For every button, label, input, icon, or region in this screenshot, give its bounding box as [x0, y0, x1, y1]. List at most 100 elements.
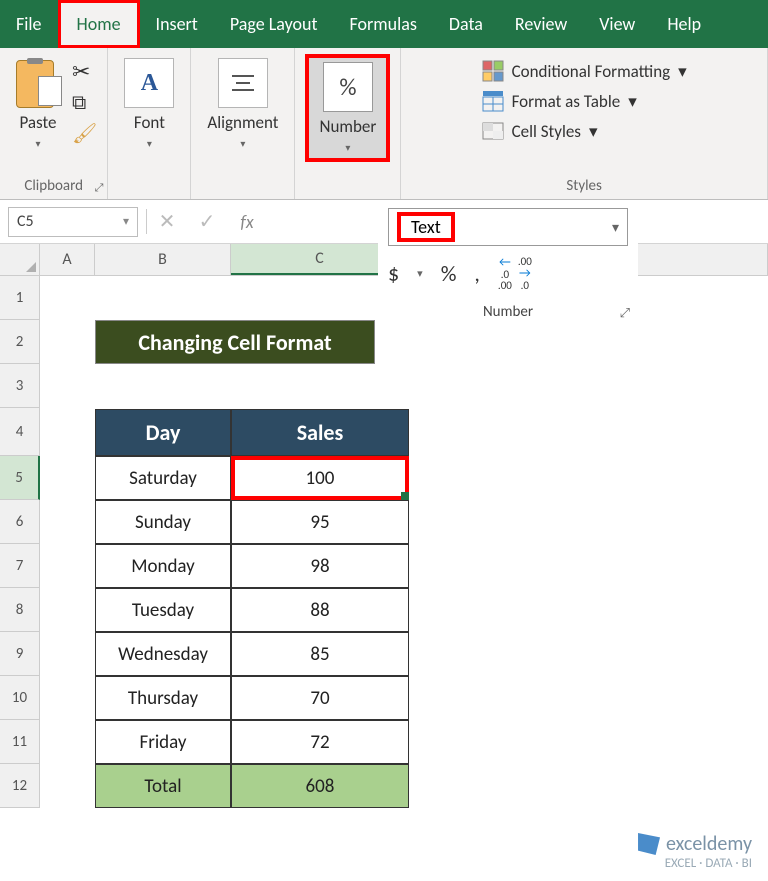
- row-header[interactable]: 1: [0, 276, 40, 320]
- select-all-button[interactable]: [0, 244, 40, 275]
- column-header-A[interactable]: A: [40, 244, 95, 275]
- enter-icon[interactable]: ✓: [187, 209, 227, 234]
- cell-sales[interactable]: 85: [231, 632, 409, 676]
- row-header[interactable]: 6: [0, 500, 40, 544]
- header-sales: Sales: [231, 409, 409, 456]
- number-panel-label: Number: [388, 303, 628, 321]
- cell-day[interactable]: Tuesday: [95, 588, 231, 632]
- cell-day[interactable]: Sunday: [95, 500, 231, 544]
- copy-icon[interactable]: ⧉: [72, 91, 97, 115]
- font-label: Font: [134, 112, 165, 133]
- number-format-panel: Text ▾ $ ▾ % , ←.0.00 .00→.0 Number ⤢: [378, 200, 638, 325]
- decrease-decimal-button[interactable]: .00→.0: [518, 256, 532, 291]
- cell-sales-selected[interactable]: 100: [231, 456, 409, 500]
- cell-sales[interactable]: 70: [231, 676, 409, 720]
- row-header[interactable]: 12: [0, 764, 40, 808]
- chevron-down-icon: ▾: [345, 141, 350, 154]
- tab-formulas[interactable]: Formulas: [334, 0, 433, 48]
- chevron-down-icon: ▾: [147, 137, 152, 150]
- group-number: % Number ▾: [295, 48, 401, 199]
- cell-total-value[interactable]: 608: [231, 764, 409, 808]
- ribbon-content: Paste ▾ ✂ ⧉ 🖌 Clipboard ⤢ A Font ▾: [0, 48, 768, 200]
- clipboard-group-label: Clipboard: [24, 173, 83, 197]
- row-headers: 1 2 3 4 5 6 7 8 9 10 11 12: [0, 276, 40, 808]
- column-header-B[interactable]: B: [95, 244, 231, 275]
- row-header[interactable]: 10: [0, 676, 40, 720]
- cell-sales[interactable]: 72: [231, 720, 409, 764]
- chevron-down-icon: ▾: [417, 267, 423, 280]
- row-header[interactable]: 9: [0, 632, 40, 676]
- tab-page-layout[interactable]: Page Layout: [214, 0, 334, 48]
- format-as-table-button[interactable]: Format as Table ▾: [482, 90, 637, 112]
- cell-styles-button[interactable]: Cell Styles ▾: [482, 120, 598, 142]
- header-day: Day: [95, 409, 231, 456]
- format-painter-icon[interactable]: 🖌: [72, 121, 97, 146]
- tab-home[interactable]: Home: [58, 0, 140, 48]
- row-header[interactable]: 11: [0, 720, 40, 764]
- cell-day[interactable]: Wednesday: [95, 632, 231, 676]
- chevron-down-icon: ▾: [123, 214, 129, 229]
- chevron-down-icon: ▾: [628, 91, 637, 112]
- cell-day[interactable]: Saturday: [95, 456, 231, 500]
- accounting-format-button[interactable]: $: [388, 260, 399, 287]
- number-button[interactable]: % Number ▾: [305, 54, 390, 162]
- cell-day[interactable]: Friday: [95, 720, 231, 764]
- group-font: A Font ▾: [108, 48, 191, 199]
- group-clipboard: Paste ▾ ✂ ⧉ 🖌 Clipboard ⤢: [0, 48, 108, 199]
- cell-day[interactable]: Thursday: [95, 676, 231, 720]
- group-styles: Conditional Formatting ▾ Format as Table…: [401, 48, 768, 199]
- data-table: Day Sales Saturday100 Sunday95 Monday98 …: [95, 409, 409, 808]
- tab-insert[interactable]: Insert: [140, 0, 214, 48]
- increase-decimal-button[interactable]: ←.0.00: [498, 256, 512, 291]
- cell-day[interactable]: Monday: [95, 544, 231, 588]
- cell-sales[interactable]: 98: [231, 544, 409, 588]
- group-alignment: Alignment ▾: [191, 48, 295, 199]
- row-header[interactable]: 7: [0, 544, 40, 588]
- fx-icon[interactable]: fx: [227, 211, 267, 233]
- percent-format-button[interactable]: %: [441, 260, 457, 287]
- watermark: exceldemy EXCEL · DATA · BI: [638, 832, 752, 871]
- watermark-text: exceldemy: [666, 832, 752, 856]
- paste-button[interactable]: Paste ▾: [10, 54, 66, 154]
- cell-total-label[interactable]: Total: [95, 764, 231, 808]
- alignment-button[interactable]: Alignment ▾: [201, 54, 284, 154]
- tab-data[interactable]: Data: [433, 0, 499, 48]
- cut-icon[interactable]: ✂: [72, 58, 97, 85]
- row-header[interactable]: 2: [0, 320, 40, 364]
- tab-file[interactable]: File: [0, 0, 58, 48]
- row-header[interactable]: 3: [0, 364, 40, 408]
- percent-icon: %: [323, 62, 373, 112]
- tab-view[interactable]: View: [583, 0, 651, 48]
- table-icon: [482, 90, 504, 112]
- chevron-down-icon: ▾: [35, 137, 40, 150]
- cell-styles-icon: [482, 120, 504, 142]
- number-format-value: Text: [397, 212, 455, 242]
- tab-review[interactable]: Review: [499, 0, 583, 48]
- cell-sales[interactable]: 95: [231, 500, 409, 544]
- number-format-select[interactable]: Text ▾: [388, 208, 628, 246]
- row-header[interactable]: 5: [0, 456, 40, 500]
- dialog-launcher-icon[interactable]: ⤢: [95, 181, 104, 195]
- conditional-formatting-button[interactable]: Conditional Formatting ▾: [482, 60, 687, 82]
- tab-help[interactable]: Help: [651, 0, 717, 48]
- name-box[interactable]: C5 ▾: [8, 207, 138, 237]
- conditional-formatting-label: Conditional Formatting: [512, 61, 671, 82]
- styles-group-label: Styles: [566, 173, 601, 197]
- dialog-launcher-icon[interactable]: ⤢: [620, 306, 630, 321]
- font-button[interactable]: A Font ▾: [118, 54, 180, 154]
- cells-area[interactable]: Changing Cell Format Day Sales Saturday1…: [40, 276, 768, 808]
- alignment-label: Alignment: [207, 112, 278, 133]
- ribbon-tabs: File Home Insert Page Layout Formulas Da…: [0, 0, 768, 48]
- title-banner: Changing Cell Format: [95, 320, 375, 364]
- format-as-table-label: Format as Table: [512, 91, 621, 112]
- comma-format-button[interactable]: ,: [474, 260, 480, 287]
- cell-styles-label: Cell Styles: [512, 121, 581, 142]
- row-header[interactable]: 4: [0, 408, 40, 456]
- number-label: Number: [319, 116, 376, 137]
- row-header[interactable]: 8: [0, 588, 40, 632]
- name-box-value: C5: [17, 212, 34, 231]
- watermark-icon: [638, 833, 660, 855]
- cancel-icon[interactable]: ✕: [147, 209, 187, 234]
- cell-sales[interactable]: 88: [231, 588, 409, 632]
- alignment-icon: [218, 58, 268, 108]
